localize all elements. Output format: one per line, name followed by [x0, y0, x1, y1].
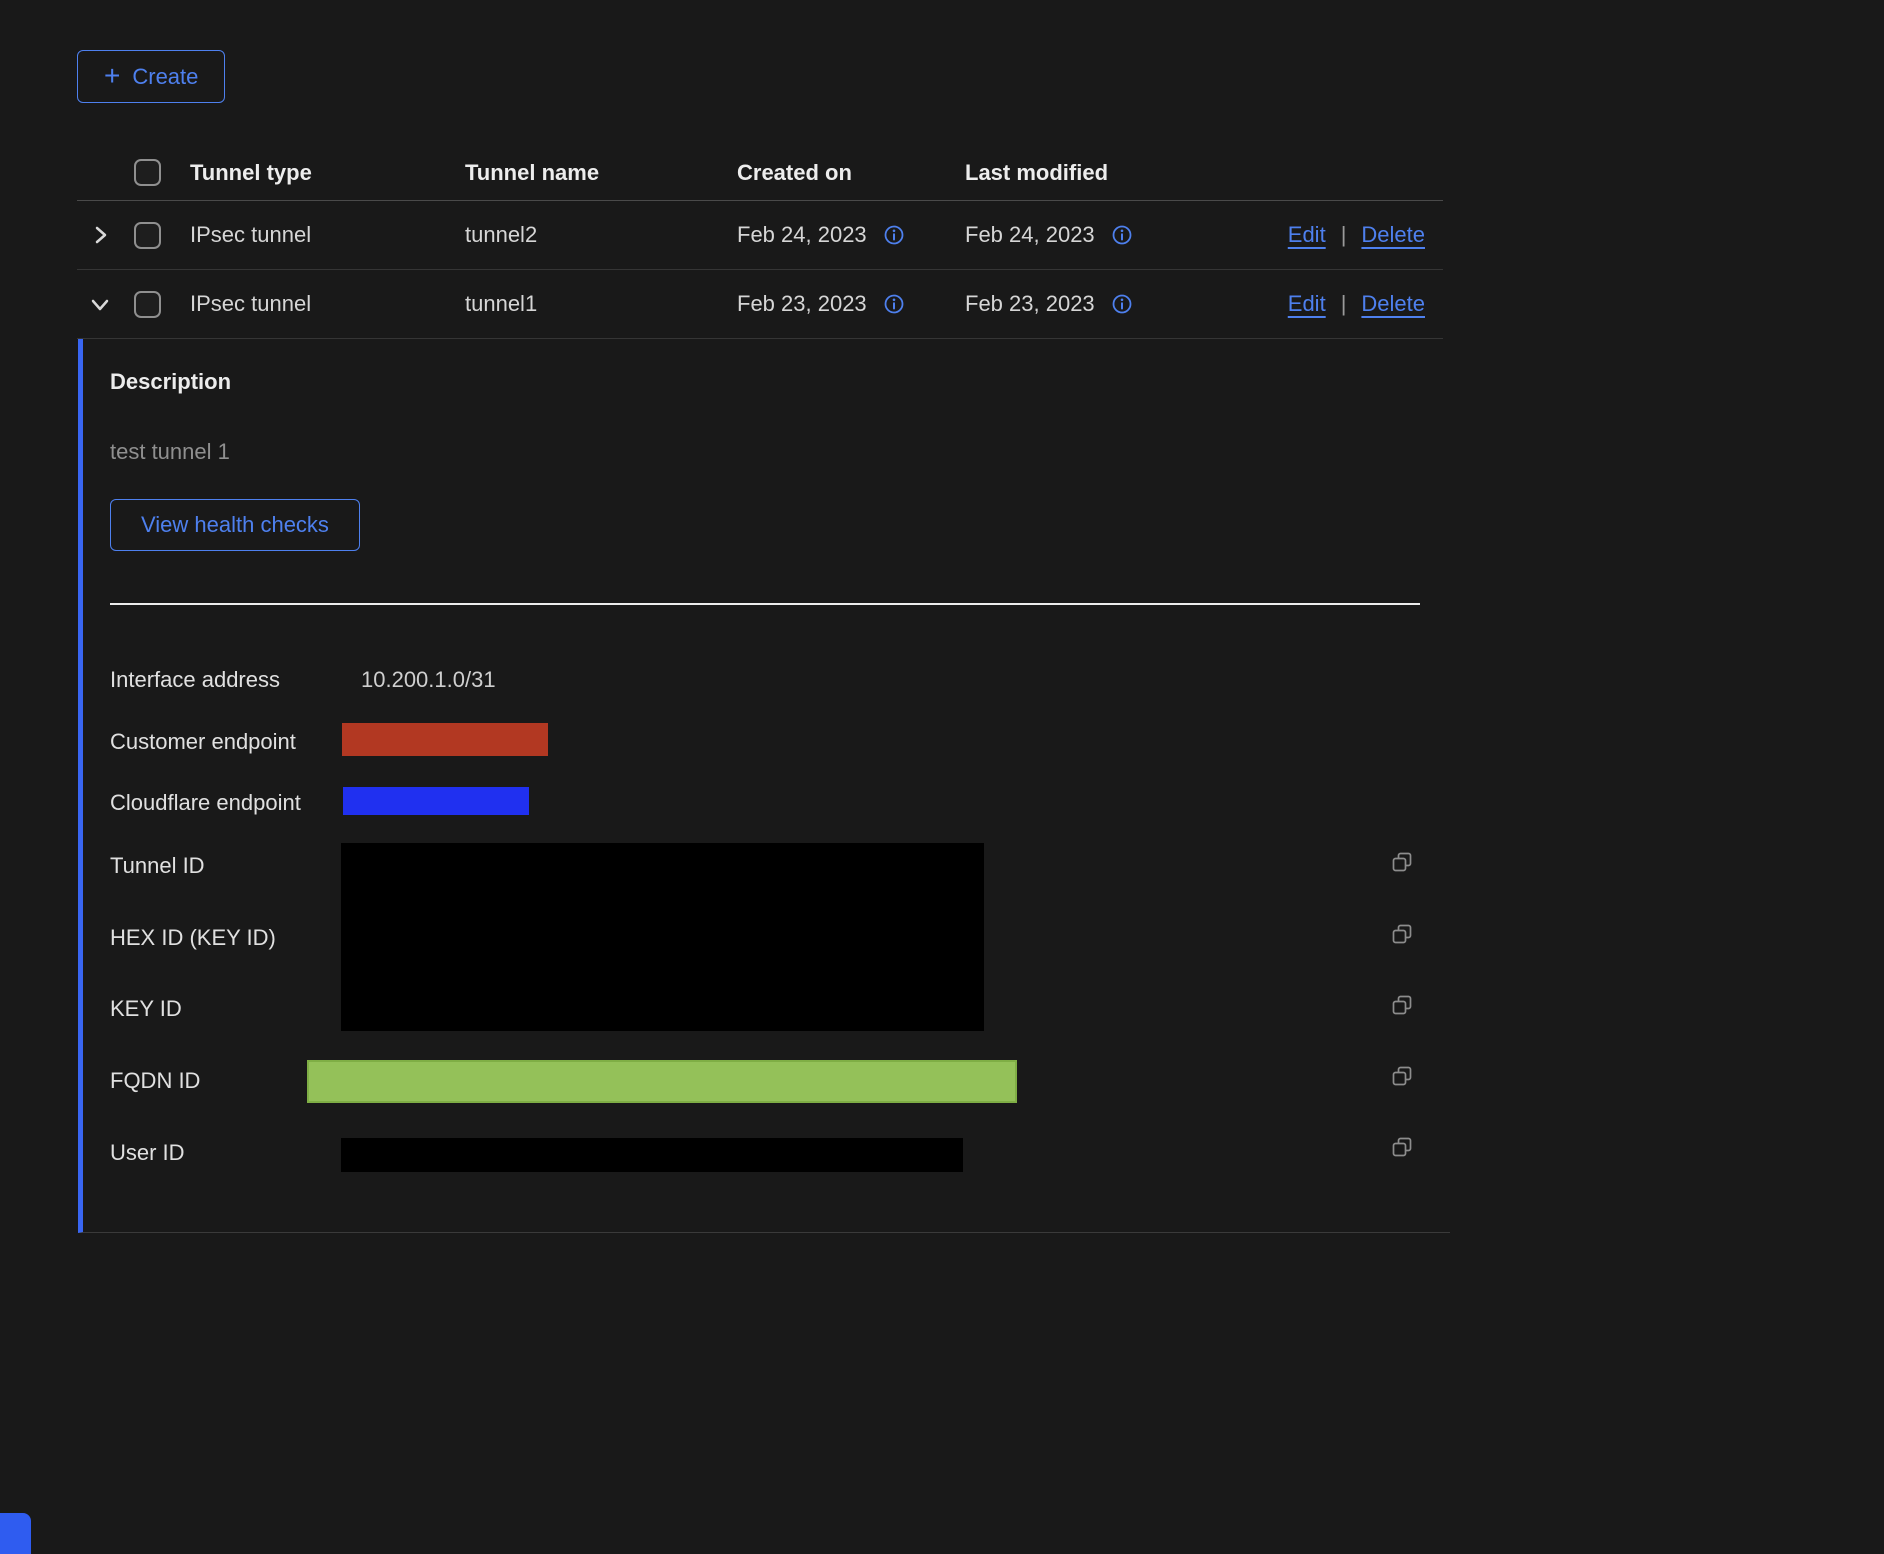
row-checkbox[interactable]	[134, 291, 161, 318]
header-checkbox-cell	[134, 159, 190, 186]
tunnel-hex-key-id-redacted-value	[341, 843, 984, 1031]
tunnel-type-cell: IPsec tunnel	[190, 291, 465, 317]
info-icon	[1111, 293, 1133, 315]
delete-button[interactable]: Delete	[1361, 222, 1425, 248]
collapse-row-button[interactable]	[85, 289, 115, 319]
description-value: test tunnel 1	[110, 439, 230, 465]
tunnel-name-cell: tunnel2	[465, 222, 737, 248]
created-on-info-button[interactable]	[883, 293, 905, 315]
table-header-row: Tunnel type Tunnel name Created on Last …	[77, 145, 1443, 201]
copy-fqdn-id-button[interactable]	[1391, 1065, 1414, 1091]
created-on-info-button[interactable]	[883, 224, 905, 246]
copy-icon	[1391, 994, 1414, 1017]
copy-key-id-button[interactable]	[1391, 994, 1414, 1020]
copy-icon	[1391, 923, 1414, 946]
description-label: Description	[110, 369, 231, 395]
hex-id-label: HEX ID (KEY ID)	[110, 925, 276, 951]
chevron-down-icon	[89, 293, 111, 315]
created-on-value: Feb 23, 2023	[737, 291, 867, 317]
customer-endpoint-label: Customer endpoint	[110, 729, 296, 755]
last-modified-info-button[interactable]	[1111, 293, 1133, 315]
cloudflare-endpoint-label: Cloudflare endpoint	[110, 790, 301, 816]
copy-icon	[1391, 1136, 1414, 1159]
user-id-redacted-value	[341, 1138, 963, 1172]
create-button[interactable]: + Create	[77, 50, 225, 103]
select-all-checkbox[interactable]	[134, 159, 161, 186]
created-on-cell: Feb 24, 2023	[737, 222, 965, 248]
copy-tunnel-id-button[interactable]	[1391, 851, 1414, 877]
row-checkbox[interactable]	[134, 222, 161, 249]
delete-button[interactable]: Delete	[1361, 291, 1425, 317]
table-row-tunnel1: IPsec tunnel tunnel1 Feb 23, 2023 Feb 23…	[77, 270, 1443, 339]
chevron-right-icon	[89, 224, 111, 246]
info-icon	[883, 293, 905, 315]
last-modified-value: Feb 24, 2023	[965, 222, 1095, 248]
fqdn-id-redacted-value	[307, 1060, 1017, 1103]
view-health-checks-button[interactable]: View health checks	[110, 499, 360, 551]
column-header-created-on: Created on	[737, 160, 965, 186]
fqdn-id-label: FQDN ID	[110, 1068, 200, 1094]
last-modified-info-button[interactable]	[1111, 224, 1133, 246]
customer-endpoint-redacted-value	[342, 723, 548, 756]
column-header-last-modified: Last modified	[965, 160, 1183, 186]
table-row-tunnel2: IPsec tunnel tunnel2 Feb 24, 2023 Feb 24…	[77, 201, 1443, 270]
user-id-label: User ID	[110, 1140, 185, 1166]
copy-hex-id-button[interactable]	[1391, 923, 1414, 949]
column-header-tunnel-name: Tunnel name	[465, 160, 737, 186]
row-actions: Edit | Delete	[1183, 222, 1443, 248]
copy-icon	[1391, 1065, 1414, 1088]
info-icon	[1111, 224, 1133, 246]
tunnel-id-label: Tunnel ID	[110, 853, 205, 879]
tunnel-details-panel: Description test tunnel 1 View health ch…	[78, 339, 1450, 1233]
cloudflare-endpoint-redacted-value	[343, 787, 529, 815]
expand-row-button[interactable]	[85, 220, 115, 250]
tunnel-type-cell: IPsec tunnel	[190, 222, 465, 248]
tunnel-name-cell: tunnel1	[465, 291, 737, 317]
tunnels-table: Tunnel type Tunnel name Created on Last …	[77, 145, 1443, 339]
created-on-cell: Feb 23, 2023	[737, 291, 965, 317]
actions-separator: |	[1341, 222, 1347, 248]
edit-button[interactable]: Edit	[1288, 291, 1326, 317]
interface-address-label: Interface address	[110, 667, 280, 693]
actions-separator: |	[1341, 291, 1347, 317]
details-divider	[110, 603, 1420, 605]
info-icon	[883, 224, 905, 246]
interface-address-value: 10.200.1.0/31	[361, 667, 496, 693]
plus-icon: +	[104, 62, 120, 90]
last-modified-cell: Feb 23, 2023	[965, 291, 1183, 317]
last-modified-value: Feb 23, 2023	[965, 291, 1095, 317]
corner-widget-button[interactable]	[0, 1513, 31, 1554]
copy-user-id-button[interactable]	[1391, 1136, 1414, 1162]
create-button-label: Create	[132, 64, 198, 90]
last-modified-cell: Feb 24, 2023	[965, 222, 1183, 248]
edit-button[interactable]: Edit	[1288, 222, 1326, 248]
key-id-label: KEY ID	[110, 996, 182, 1022]
column-header-tunnel-type: Tunnel type	[190, 160, 465, 186]
created-on-value: Feb 24, 2023	[737, 222, 867, 248]
row-actions: Edit | Delete	[1183, 291, 1443, 317]
copy-icon	[1391, 851, 1414, 874]
